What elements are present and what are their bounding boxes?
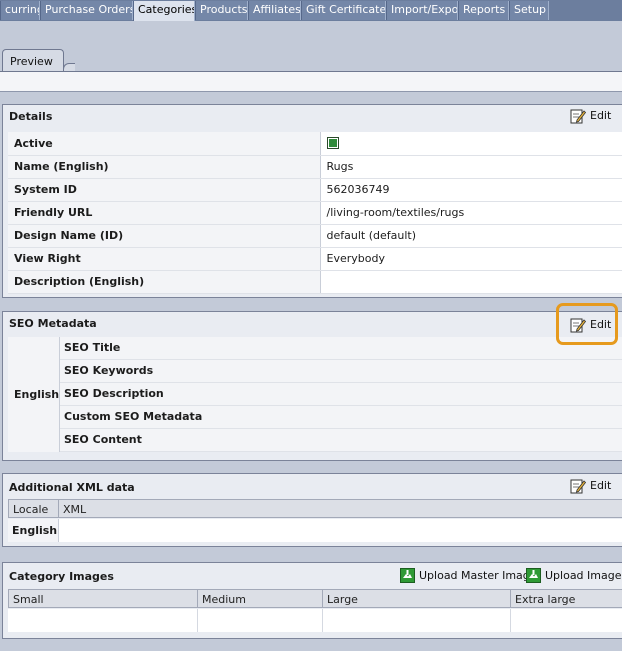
tab-purchase-orders[interactable]: Purchase Orders — [40, 1, 133, 20]
tab-reports[interactable]: Reports — [458, 1, 509, 20]
xml-value — [59, 519, 622, 542]
edit-highlight-outline — [556, 303, 618, 345]
images-header: Category Images Upload Master Image Uplo… — [3, 563, 622, 585]
table-row: Design Name (ID) default (default) — [8, 224, 622, 248]
table-row: View Right Everybody — [8, 247, 622, 271]
row-label: View Right — [8, 247, 321, 271]
edit-icon — [570, 479, 586, 494]
seo-header: SEO Metadata Edit — [3, 312, 622, 334]
images-col-extra-large: Extra large — [510, 589, 622, 608]
seo-field: SEO Description — [60, 383, 622, 406]
tab-recurring[interactable]: curring — [0, 1, 40, 20]
tab-setup[interactable]: Setup — [509, 1, 549, 20]
seo-fields: SEO Title SEO Keywords SEO Description C… — [60, 337, 622, 452]
xml-edit-button[interactable]: Edit — [570, 478, 611, 494]
tab-categories[interactable]: Categories — [133, 1, 195, 21]
seo-field: SEO Title — [60, 337, 622, 360]
cell-divider — [322, 609, 323, 632]
seo-field: SEO Keywords — [60, 360, 622, 383]
top-nav: curring Purchase Orders Categories Produ… — [0, 0, 622, 21]
details-table: Active Name (English) Rugs System ID 562… — [8, 132, 622, 294]
seo-field: SEO Content — [60, 429, 622, 452]
table-row: Description (English) — [8, 270, 622, 294]
images-col-small: Small — [8, 589, 198, 608]
edit-icon — [570, 109, 586, 124]
row-label: Friendly URL — [8, 201, 321, 225]
tab-import-export[interactable]: Import/Export — [386, 1, 458, 20]
active-checkbox[interactable] — [326, 136, 339, 149]
tab-preview[interactable]: Preview — [2, 49, 64, 71]
row-value — [320, 132, 622, 156]
tab-products[interactable]: Products — [195, 1, 248, 20]
seo-title: SEO Metadata — [9, 317, 97, 330]
cell-divider — [197, 609, 198, 632]
upload-images-label: Upload Images p — [545, 569, 622, 582]
cell-divider — [510, 609, 511, 632]
row-label: Active — [8, 132, 321, 156]
details-panel: Details Edit Active Name (English) Rugs … — [2, 104, 622, 298]
images-col-large: Large — [322, 589, 511, 608]
images-row — [8, 609, 622, 632]
seo-field: Custom SEO Metadata — [60, 406, 622, 429]
row-label: Design Name (ID) — [8, 224, 321, 248]
upload-master-image-button[interactable]: Upload Master Image — [400, 568, 537, 584]
row-value: 562036749 — [320, 178, 622, 202]
upload-icon — [400, 568, 415, 583]
row-value: default (default) — [320, 224, 622, 248]
tab-gift-certificates[interactable]: Gift Certificates — [301, 1, 386, 20]
tab-affiliates[interactable]: Affiliates — [248, 1, 301, 20]
images-panel: Category Images Upload Master Image Uplo… — [2, 562, 622, 639]
seo-panel: SEO Metadata Edit English SEO Title SEO … — [2, 311, 622, 461]
xml-title: Additional XML data — [9, 481, 135, 494]
details-edit-button[interactable]: Edit — [570, 108, 611, 124]
xml-col-locale: Locale — [8, 499, 59, 518]
table-row: Active — [8, 132, 622, 156]
xml-col-xml: XML — [58, 499, 622, 518]
table-row: Name (English) Rugs — [8, 155, 622, 179]
images-col-medium: Medium — [197, 589, 323, 608]
table-row: System ID 562036749 — [8, 178, 622, 202]
xml-edit-label: Edit — [590, 479, 612, 492]
upload-images-button[interactable]: Upload Images p — [526, 568, 622, 584]
xml-panel: Additional XML data Edit Locale XML Engl… — [2, 473, 622, 547]
row-value: /living-room/textiles/rugs — [320, 201, 622, 225]
details-header: Details Edit — [3, 105, 622, 127]
details-title: Details — [9, 110, 53, 123]
images-title: Category Images — [9, 570, 114, 583]
row-label: Description (English) — [8, 270, 321, 294]
row-label: System ID — [8, 178, 321, 202]
details-edit-label: Edit — [590, 109, 612, 122]
seo-language: English — [8, 337, 60, 452]
table-row: Friendly URL /living-room/textiles/rugs — [8, 201, 622, 225]
row-value: Everybody — [320, 247, 622, 271]
upload-icon — [526, 568, 541, 583]
row-value — [320, 270, 622, 294]
toolbar-strip — [0, 71, 622, 92]
xml-header: Additional XML data Edit — [3, 474, 622, 496]
row-label: Name (English) — [8, 155, 321, 179]
upload-master-image-label: Upload Master Image — [419, 569, 537, 582]
xml-locale-value: English — [8, 519, 59, 542]
row-value: Rugs — [320, 155, 622, 179]
